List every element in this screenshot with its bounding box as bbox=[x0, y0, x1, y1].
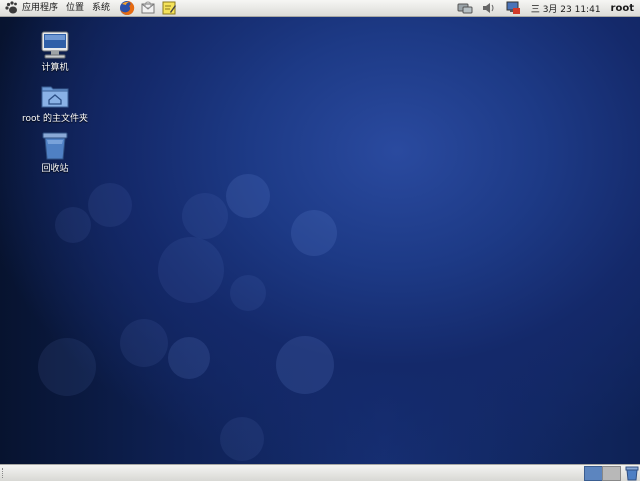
firefox-icon[interactable] bbox=[119, 0, 135, 16]
desktop-icon-label: root 的主文件夹 bbox=[22, 114, 88, 124]
bokeh-decoration bbox=[88, 183, 132, 227]
top-panel: 应用程序 位置 系统 三 3月 23 11:41 root bbox=[0, 0, 640, 17]
trash-icon bbox=[42, 132, 68, 160]
computer-icon bbox=[41, 31, 69, 59]
bokeh-decoration bbox=[291, 210, 337, 256]
desktop-icon-home-folder[interactable]: root 的主文件夹 bbox=[20, 80, 90, 125]
home-folder-icon bbox=[41, 86, 69, 108]
workspace-1[interactable] bbox=[584, 466, 603, 481]
bokeh-decoration bbox=[276, 336, 334, 394]
menu-system[interactable]: 系统 bbox=[88, 0, 114, 16]
user-switcher[interactable]: root bbox=[607, 3, 640, 14]
desktop-icon-label: 计算机 bbox=[41, 63, 69, 73]
bottom-panel bbox=[0, 464, 640, 481]
gnome-foot-icon[interactable] bbox=[4, 1, 18, 15]
panel-handle[interactable] bbox=[2, 468, 6, 478]
bokeh-decoration bbox=[226, 174, 270, 218]
desktop-icon-computer[interactable]: 计算机 bbox=[20, 29, 90, 74]
bokeh-decoration bbox=[55, 207, 91, 243]
mail-icon[interactable] bbox=[140, 0, 156, 16]
menu-places[interactable]: 位置 bbox=[62, 0, 88, 16]
bokeh-decoration bbox=[230, 275, 266, 311]
desktop-background: 计算机 root 的主文件夹 回收站 bbox=[0, 17, 640, 464]
panel-clock[interactable]: 三 3月 23 11:41 bbox=[525, 2, 607, 15]
desktop-icon-trash[interactable]: 回收站 bbox=[20, 130, 90, 175]
update-alert-icon[interactable] bbox=[505, 1, 521, 15]
trash-applet-icon[interactable] bbox=[624, 465, 640, 481]
menu-applications[interactable]: 应用程序 bbox=[18, 0, 62, 16]
bokeh-decoration bbox=[220, 417, 264, 461]
workspace-2[interactable] bbox=[602, 466, 621, 481]
network-icon[interactable] bbox=[457, 1, 473, 15]
bokeh-decoration bbox=[158, 237, 224, 303]
desktop-icon-label: 回收站 bbox=[41, 164, 69, 174]
notes-icon[interactable] bbox=[161, 0, 177, 16]
bokeh-decoration bbox=[120, 319, 168, 367]
volume-icon[interactable] bbox=[481, 1, 497, 15]
bokeh-decoration bbox=[168, 337, 210, 379]
bokeh-decoration bbox=[38, 338, 96, 396]
bokeh-decoration bbox=[182, 193, 228, 239]
